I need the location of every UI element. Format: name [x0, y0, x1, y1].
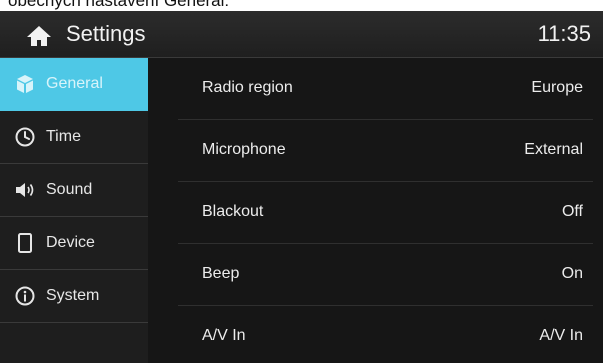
setting-row-blackout[interactable]: Blackout Off	[178, 182, 593, 244]
setting-row-av-in[interactable]: A/V In A/V In	[178, 306, 593, 363]
home-icon[interactable]	[26, 25, 52, 47]
setting-row-beep[interactable]: Beep On	[178, 244, 593, 306]
setting-label: Radio region	[202, 79, 293, 96]
sidebar-item-sound[interactable]: Sound	[0, 164, 148, 217]
settings-screen: Settings 11:35 General Time Sound Device…	[0, 11, 603, 363]
info-icon	[14, 285, 36, 307]
sidebar-item-label: Device	[46, 234, 95, 251]
header-bar: Settings 11:35	[0, 11, 603, 58]
setting-label: Microphone	[202, 141, 286, 158]
setting-row-microphone[interactable]: Microphone External	[178, 120, 593, 182]
sidebar: General Time Sound Device System	[0, 58, 148, 363]
sidebar-item-label: System	[46, 287, 100, 304]
setting-value: External	[524, 141, 583, 158]
phone-icon	[14, 232, 36, 254]
sidebar-item-label: Sound	[46, 181, 93, 198]
sidebar-item-system[interactable]: System	[0, 270, 148, 323]
setting-label: Blackout	[202, 203, 264, 220]
sidebar-item-device[interactable]: Device	[0, 217, 148, 270]
setting-value: Europe	[531, 79, 583, 96]
setting-value: On	[561, 265, 583, 282]
settings-list: Radio region Europe Microphone External …	[178, 58, 593, 363]
sidebar-item-time[interactable]: Time	[0, 111, 148, 164]
clock-icon	[14, 126, 36, 148]
sidebar-item-general[interactable]: General	[0, 58, 148, 111]
sidebar-item-label: Time	[46, 128, 81, 145]
setting-label: Beep	[202, 265, 240, 282]
page-title: Settings	[66, 21, 146, 46]
setting-label: A/V In	[202, 327, 246, 344]
clock: 11:35	[537, 21, 591, 46]
setting-value: A/V In	[539, 327, 583, 344]
caption-text: obecných nastavení General:	[8, 0, 230, 10]
speaker-icon	[14, 179, 36, 201]
sidebar-item-label: General	[46, 75, 103, 92]
setting-value: Off	[561, 203, 583, 220]
setting-row-radio-region[interactable]: Radio region Europe	[178, 58, 593, 120]
cube-icon	[14, 73, 36, 95]
